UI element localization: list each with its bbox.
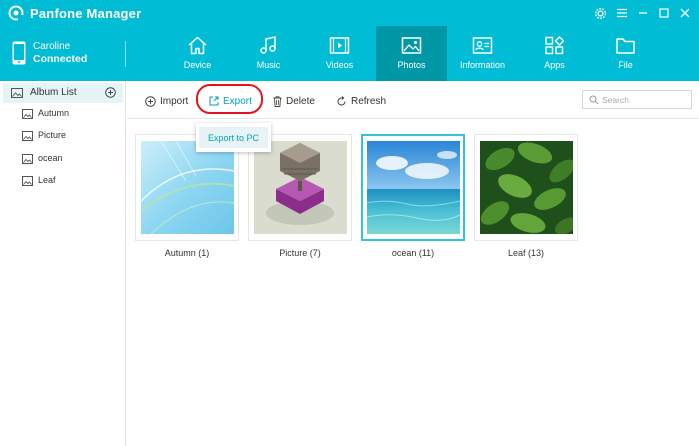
album-icon bbox=[22, 154, 33, 164]
sidebar-item-label: ocean bbox=[38, 153, 63, 163]
export-to-pc-item[interactable]: Export to PC bbox=[199, 127, 268, 148]
delete-button[interactable]: Delete bbox=[273, 93, 315, 109]
tab-information[interactable]: Information bbox=[447, 26, 518, 81]
tab-label: Apps bbox=[544, 60, 565, 70]
album-card-leaf[interactable] bbox=[474, 134, 578, 241]
tab-label: Photos bbox=[397, 60, 426, 70]
delete-label: Delete bbox=[286, 95, 315, 107]
album-caption: Leaf (13) bbox=[507, 248, 545, 258]
tab-label: Music bbox=[256, 60, 281, 70]
sidebar-item-autumn[interactable]: Autumn bbox=[0, 103, 124, 125]
import-button[interactable]: Import bbox=[145, 93, 188, 109]
album-caption: ocean (11) bbox=[391, 248, 435, 258]
search-input[interactable] bbox=[602, 93, 688, 107]
import-icon bbox=[145, 95, 156, 107]
album-card-ocean[interactable] bbox=[361, 134, 465, 241]
tab-apps[interactable]: Apps bbox=[519, 26, 590, 81]
album-icon bbox=[11, 88, 23, 98]
folder-icon bbox=[616, 38, 635, 54]
search-icon bbox=[589, 95, 599, 105]
album-icon bbox=[22, 176, 33, 186]
music-note-icon bbox=[260, 36, 276, 54]
tab-label: Videos bbox=[325, 60, 354, 70]
album-sidebar: Album List Autumn Picture ocean Leaf bbox=[0, 81, 126, 446]
album-thumbnail bbox=[141, 141, 234, 234]
search-box bbox=[582, 90, 692, 109]
sidebar-item-label: Autumn bbox=[38, 108, 70, 118]
maximize-icon[interactable] bbox=[656, 5, 672, 21]
nav-divider bbox=[125, 41, 126, 67]
tab-device[interactable]: Device bbox=[162, 26, 233, 81]
toolbar-divider bbox=[127, 118, 699, 119]
album-list-header[interactable]: Album List bbox=[3, 83, 123, 103]
app-title: Panfone Manager bbox=[30, 6, 142, 21]
tab-music[interactable]: Music bbox=[233, 26, 304, 81]
sidebar-item-leaf[interactable]: Leaf bbox=[0, 170, 124, 192]
trash-icon bbox=[273, 95, 282, 107]
image-icon bbox=[401, 37, 422, 54]
close-icon[interactable] bbox=[677, 5, 693, 21]
album-thumbnail bbox=[367, 141, 460, 234]
tab-videos[interactable]: Videos bbox=[304, 26, 375, 81]
album-caption: Autumn (1) bbox=[164, 248, 210, 258]
contact-card-icon bbox=[472, 37, 493, 54]
export-icon bbox=[209, 96, 219, 106]
album-thumbnail bbox=[254, 141, 347, 234]
tab-file[interactable]: File bbox=[590, 26, 661, 81]
sidebar-item-label: Picture bbox=[38, 130, 67, 140]
album-icon bbox=[22, 131, 33, 141]
minimize-icon[interactable] bbox=[635, 5, 651, 21]
tab-label: Device bbox=[183, 60, 212, 70]
export-button[interactable]: Export bbox=[209, 93, 252, 109]
add-album-icon[interactable] bbox=[105, 87, 116, 98]
tab-photos[interactable]: Photos bbox=[376, 26, 447, 81]
home-icon bbox=[188, 36, 207, 55]
import-label: Import bbox=[160, 95, 189, 107]
export-label: Export bbox=[223, 95, 252, 107]
title-bar: Panfone Manager bbox=[0, 0, 699, 26]
menu-icon[interactable] bbox=[614, 5, 630, 21]
tab-label: Information bbox=[459, 60, 506, 70]
sidebar-item-ocean[interactable]: ocean bbox=[0, 148, 124, 170]
sidebar-item-label: Leaf bbox=[38, 175, 56, 185]
album-list-label: Album List bbox=[30, 87, 77, 98]
settings-gear-icon[interactable] bbox=[592, 5, 608, 21]
app-logo-icon bbox=[8, 5, 24, 21]
main-navbar: Caroline Connected Device Music Videos P… bbox=[0, 26, 699, 81]
device-info[interactable]: Caroline Connected bbox=[0, 26, 126, 81]
refresh-label: Refresh bbox=[351, 95, 387, 107]
phone-icon bbox=[12, 41, 26, 65]
album-icon bbox=[22, 109, 33, 119]
device-name: Caroline bbox=[33, 41, 71, 52]
refresh-icon bbox=[337, 95, 346, 105]
export-dropdown: Export to PC bbox=[196, 123, 271, 152]
album-thumbnail bbox=[480, 141, 573, 234]
album-caption: Picture (7) bbox=[279, 248, 321, 258]
apps-grid-icon bbox=[545, 36, 565, 55]
refresh-button[interactable]: Refresh bbox=[336, 93, 386, 109]
device-status: Connected bbox=[33, 53, 88, 65]
video-icon bbox=[329, 37, 350, 54]
sidebar-item-picture[interactable]: Picture bbox=[0, 125, 124, 147]
tab-label: File bbox=[618, 60, 633, 70]
